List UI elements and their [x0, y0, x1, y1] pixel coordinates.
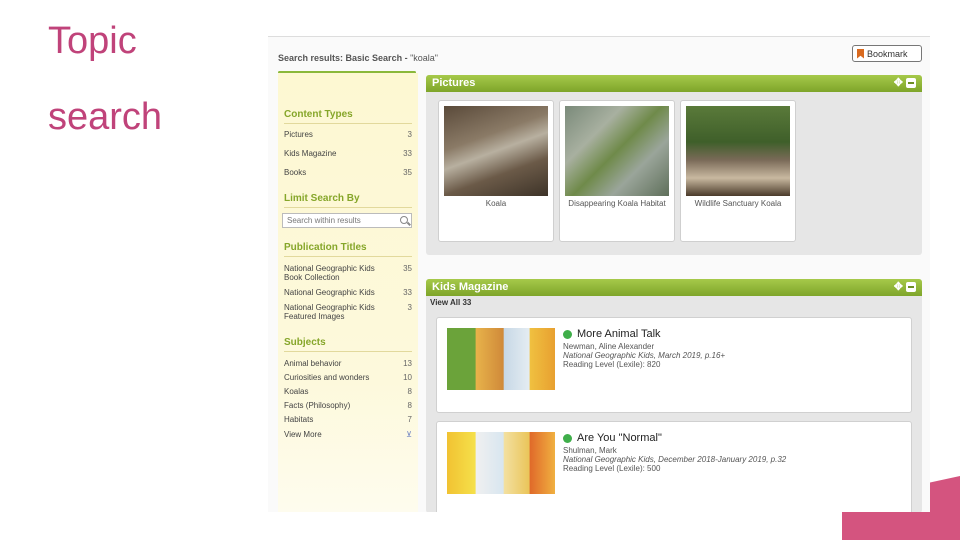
view-more-label: View More	[284, 430, 322, 439]
sidebar-item-count: 7	[407, 415, 412, 424]
panel-title: Kids Magazine	[432, 281, 509, 293]
sidebar-item-kids-magazine[interactable]: Kids Magazine 33	[284, 149, 412, 158]
bottom-decoration-bar	[842, 512, 960, 540]
kids-magazine-panel: Kids Magazine ✥ View All 33 More Animal …	[426, 279, 922, 512]
sidebar-item-count: 35	[403, 264, 412, 273]
sidebar-item-national-geographic-kids[interactable]: National Geographic Kids 33	[284, 288, 412, 297]
collapse-icon[interactable]	[906, 78, 916, 88]
picture-card-habitat[interactable]: Disappearing Koala Habitat	[559, 100, 675, 242]
sidebar-item-book-collection[interactable]: National Geographic Kids Book Collection…	[284, 264, 412, 282]
article-reading-level: Reading Level (Lexile): 820	[563, 360, 661, 369]
move-icon[interactable]: ✥	[894, 282, 903, 293]
sidebar-item-count: 3	[407, 130, 412, 139]
publication-titles-heading: Publication Titles	[284, 242, 367, 253]
article-author: Newman, Aline Alexander	[563, 342, 655, 351]
article-title[interactable]: Are You "Normal"	[577, 432, 662, 444]
sidebar-item-animal-behavior[interactable]: Animal behavior 13	[284, 359, 412, 368]
search-results-screenshot: Search results: Basic Search - "koala" B…	[268, 36, 930, 512]
article-source: National Geographic Kids, December 2018-…	[563, 455, 787, 464]
sidebar-item-curiosities[interactable]: Curiosities and wonders 10	[284, 373, 412, 382]
divider	[284, 207, 412, 208]
panel-tools: ✥	[894, 78, 916, 89]
sidebar-item-count: 35	[403, 168, 412, 177]
sidebar-item-koalas[interactable]: Koalas 8	[284, 387, 412, 396]
collapse-icon[interactable]	[906, 282, 916, 292]
corner-decoration	[930, 476, 960, 512]
picture-caption[interactable]: Koala	[441, 199, 551, 208]
search-icon[interactable]	[400, 216, 408, 224]
article-card[interactable]: Are You "Normal" Shulman, Mark National …	[436, 421, 912, 512]
sidebar-item-label: National Geographic Kids Featured Images	[284, 303, 375, 321]
sidebar-item-count: 33	[403, 288, 412, 297]
sidebar-item-label: Curiosities and wonders	[284, 373, 370, 382]
sidebar-item-count: 8	[407, 387, 412, 396]
sidebar-item-facts[interactable]: Facts (Philosophy) 8	[284, 401, 412, 410]
picture-card-koala[interactable]: Koala	[438, 100, 554, 242]
picture-caption[interactable]: Wildlife Sanctuary Koala	[683, 199, 793, 208]
sidebar-item-label: Animal behavior	[284, 359, 342, 368]
pictures-panel: Pictures ✥ Koala Disappearing Koala Habi…	[426, 75, 922, 255]
sidebar-item-label: Books	[284, 168, 307, 177]
sidebar-item-label: National Geographic Kids Book Collection	[284, 264, 375, 282]
search-query: "koala"	[410, 53, 438, 63]
sidebar-item-label: Pictures	[284, 130, 313, 139]
sidebar-item-count: 10	[403, 373, 412, 382]
divider	[284, 256, 412, 257]
expand-icon[interactable]: ⊻	[406, 430, 412, 439]
limit-search-heading: Limit Search By	[284, 193, 360, 204]
search-within-placeholder: Search within results	[287, 216, 361, 225]
sidebar-item-label: Kids Magazine	[284, 149, 337, 158]
sidebar-item-habitats[interactable]: Habitats 7	[284, 415, 412, 424]
picture-caption[interactable]: Disappearing Koala Habitat	[562, 199, 672, 208]
sidebar-item-label: National Geographic Kids	[284, 288, 375, 297]
search-within-input[interactable]: Search within results	[282, 213, 412, 228]
status-dot-icon	[563, 433, 572, 443]
sidebar-item-label: Facts (Philosophy)	[284, 401, 351, 410]
koala-image[interactable]	[444, 106, 548, 196]
view-more-link[interactable]: View More ⊻	[284, 430, 412, 439]
sidebar-item-label: Koalas	[284, 387, 309, 396]
magazine-thumbnail[interactable]	[447, 432, 555, 494]
results-prefix: Search results: Basic Search -	[278, 53, 411, 63]
slide-title-line-1: Topic	[48, 20, 137, 62]
divider	[284, 123, 412, 124]
sidebar-item-pictures[interactable]: Pictures 3	[284, 130, 412, 139]
results-header: Search results: Basic Search - "koala" B…	[268, 37, 930, 74]
content-types-heading: Content Types	[284, 109, 353, 120]
divider	[284, 351, 412, 352]
subjects-heading: Subjects	[284, 337, 326, 348]
slide-title-line-2: search	[48, 96, 163, 138]
article-author: Shulman, Mark	[563, 446, 617, 455]
article-reading-level: Reading Level (Lexile): 500	[563, 464, 661, 473]
sidebar-item-featured-images[interactable]: National Geographic Kids Featured Images…	[284, 303, 412, 321]
article-card[interactable]: More Animal Talk Newman, Aline Alexander…	[436, 317, 912, 413]
panel-tools: ✥	[894, 282, 916, 293]
panel-title: Pictures	[432, 77, 476, 89]
filter-sidebar: Content Types Pictures 3 Kids Magazine 3…	[278, 73, 418, 512]
sidebar-item-books[interactable]: Books 35	[284, 168, 412, 177]
article-title[interactable]: More Animal Talk	[577, 328, 661, 340]
kids-magazine-panel-header: Kids Magazine ✥	[426, 279, 922, 296]
habitat-image[interactable]	[565, 106, 669, 196]
bookmark-icon	[857, 48, 864, 59]
sidebar-item-count: 13	[403, 359, 412, 368]
sidebar-item-count: 8	[407, 401, 412, 410]
sanctuary-image[interactable]	[686, 106, 790, 196]
move-icon[interactable]: ✥	[894, 78, 903, 89]
magazine-thumbnail[interactable]	[447, 328, 555, 390]
article-title-row: Are You "Normal"	[563, 432, 662, 444]
sidebar-item-count: 3	[407, 303, 412, 312]
status-dot-icon	[563, 329, 572, 339]
picture-card-sanctuary[interactable]: Wildlife Sanctuary Koala	[680, 100, 796, 242]
sidebar-item-count: 33	[403, 149, 412, 158]
bookmark-button[interactable]: Bookmark	[852, 45, 922, 62]
pictures-panel-header: Pictures ✥	[426, 75, 922, 92]
sidebar-item-label: Habitats	[284, 415, 314, 424]
view-all-link[interactable]: View All 33	[430, 298, 471, 307]
search-caption: Search results: Basic Search - "koala"	[278, 53, 438, 63]
bookmark-label: Bookmark	[867, 48, 908, 59]
article-title-row: More Animal Talk	[563, 328, 661, 340]
article-source: National Geographic Kids, March 2019, p.…	[563, 351, 726, 360]
